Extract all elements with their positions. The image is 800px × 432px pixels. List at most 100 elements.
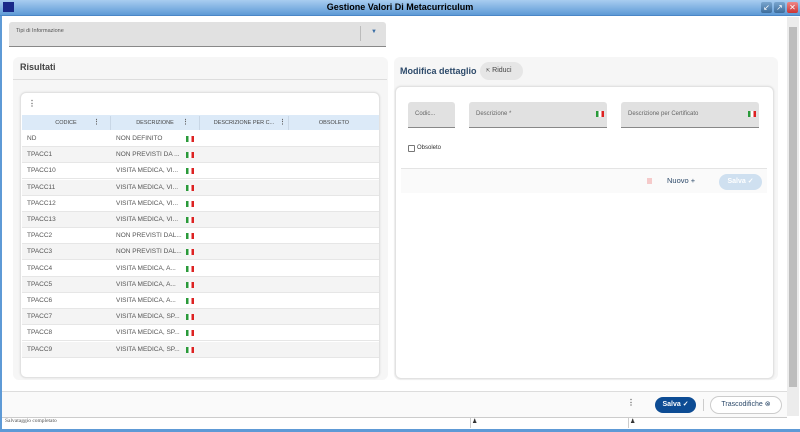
cell-description: NON PREVISTI DA ... [116, 151, 180, 159]
transcode-icon: ⊗ [764, 401, 771, 408]
italian-flag-icon[interactable] [186, 314, 194, 321]
table-row[interactable]: TPACC10 VISITA MEDICA, VI... [22, 163, 379, 180]
cell-code: TPACC4 [27, 264, 53, 272]
table-row[interactable]: ND NON DEFINITO [22, 131, 379, 147]
status-pane [470, 418, 471, 428]
table-row[interactable]: TPACC9 VISITA MEDICA, SP... [22, 341, 379, 358]
window-title: Gestione Valori Di Metacurriculum [326, 2, 474, 12]
cell-code: TPACC8 [27, 329, 53, 337]
cell-description: VISITA MEDICA, VI... [116, 183, 179, 191]
italian-flag-icon[interactable] [186, 346, 194, 353]
new-button[interactable]: Nuovo + [667, 176, 695, 185]
table-row[interactable]: TPACC13 VISITA MEDICA, VI... [22, 212, 379, 228]
detail-card [395, 86, 774, 379]
transcode-button[interactable]: Trascodifiche ⊗ [710, 396, 782, 414]
cell-description: VISITA MEDICA, VI... [116, 216, 179, 223]
cell-description: VISITA MEDICA, A... [116, 264, 176, 272]
codice-field[interactable]: Codic... [408, 102, 455, 128]
table-row[interactable]: TPACC8 VISITA MEDICA, SP... [22, 325, 379, 342]
italian-flag-icon[interactable] [186, 168, 194, 175]
column-header-descrizione[interactable]: DESCRIZIONE ⋮ [111, 116, 200, 130]
obsoleto-checkbox[interactable] [408, 145, 415, 152]
italian-flag-icon[interactable] [186, 184, 194, 191]
cell-code: TPACC11 [27, 183, 56, 191]
italian-flag-icon[interactable] [596, 111, 604, 117]
cell-description: VISITA MEDICA, VI... [116, 199, 179, 207]
table-row[interactable]: TPACC4 VISITA MEDICA, A... [22, 260, 379, 277]
divider [703, 399, 704, 411]
descrizione-certificato-field[interactable]: Descrizione per Certificato [621, 102, 759, 128]
italian-flag-icon[interactable] [186, 136, 194, 142]
italian-flag-icon[interactable] [186, 200, 194, 207]
check-icon: ✓ [682, 401, 689, 408]
status-bar [2, 417, 787, 429]
title-bar: Gestione Valori Di Metacurriculum ↙ ↗ ✕ [0, 0, 800, 16]
delete-icon [647, 178, 652, 184]
italian-flag-icon[interactable] [186, 233, 194, 240]
cell-code: TPACC12 [27, 199, 56, 207]
user-icon: ♟ [630, 419, 636, 425]
tipi-informazione-dropdown[interactable]: Tipi di Informazione ▼ [9, 22, 386, 47]
chevron-down-icon[interactable]: ▼ [371, 29, 377, 35]
detail-title: Modifica dettaglio [400, 66, 477, 76]
dropdown-label: Tipi di Informazione [16, 28, 64, 34]
status-pane [628, 418, 629, 428]
cell-code: TPACC7 [27, 313, 53, 321]
table-row[interactable]: TPACC5 VISITA MEDICA, A... [22, 276, 379, 293]
cell-code: TPACC3 [27, 248, 53, 256]
column-header-codice[interactable]: CODICE ⋮ [22, 116, 111, 130]
cell-description: VISITA MEDICA, SP... [116, 313, 180, 321]
italian-flag-icon[interactable] [186, 217, 194, 223]
scrollbar-thumb[interactable] [789, 27, 797, 387]
more-options-icon[interactable]: ⋮ [627, 398, 635, 407]
column-header-descrizione-certificato[interactable]: DESCRIZIONE PER C... ⋮ [200, 116, 289, 130]
maximize-icon[interactable]: ↗ [774, 2, 785, 13]
cell-code: TPACC5 [27, 280, 53, 288]
cell-code: TPACC13 [27, 216, 56, 223]
column-menu-icon[interactable]: ⋮ [182, 116, 189, 130]
cell-description: VISITA MEDICA, SP... [116, 329, 180, 337]
window-frame [0, 16, 2, 432]
cell-description: VISITA MEDICA, SP... [116, 345, 180, 353]
italian-flag-icon[interactable] [186, 249, 194, 256]
table-row[interactable]: TPACC2 NON PREVISTI DAL... [22, 228, 379, 245]
italian-flag-icon[interactable] [186, 298, 194, 304]
collapse-icon: ⇱ [486, 68, 491, 74]
table-menu-icon[interactable]: ⋮ [28, 99, 36, 108]
user-icon: ♟ [472, 419, 478, 425]
cell-description: VISITA MEDICA, VI... [116, 167, 179, 175]
cell-description: VISITA MEDICA, A... [116, 297, 176, 304]
cell-description: NON PREVISTI DAL... [116, 248, 182, 256]
table-row[interactable]: TPACC7 VISITA MEDICA, SP... [22, 309, 379, 326]
table-row[interactable]: TPACC3 NON PREVISTI DAL... [22, 244, 379, 261]
plus-icon: + [690, 176, 696, 185]
italian-flag-icon[interactable] [748, 111, 756, 117]
divider [13, 79, 387, 80]
descrizione-field[interactable]: Descrizione * [469, 102, 607, 128]
collapse-button[interactable]: ⇱ Riduci [480, 62, 523, 80]
italian-flag-icon[interactable] [186, 265, 194, 272]
column-menu-icon[interactable]: ⋮ [279, 116, 286, 130]
obsoleto-label: Obsoleto [417, 145, 442, 151]
italian-flag-icon[interactable] [186, 152, 194, 159]
results-title: Risultati [20, 62, 56, 72]
cell-code: TPACC2 [27, 232, 53, 240]
cell-code: ND [27, 135, 37, 142]
cell-description: NON PREVISTI DAL... [116, 232, 182, 240]
table-row[interactable]: TPACC11 VISITA MEDICA, VI... [22, 179, 379, 196]
column-menu-icon[interactable]: ⋮ [93, 116, 100, 130]
italian-flag-icon[interactable] [186, 330, 194, 337]
italian-flag-icon[interactable] [186, 281, 194, 288]
status-text: Salvataggio completato [5, 418, 57, 424]
cell-description: NON DEFINITO [116, 135, 163, 142]
save-button[interactable]: Salva ✓ [655, 397, 696, 413]
table-row[interactable]: TPACC1 NON PREVISTI DA ... [22, 147, 379, 164]
minimize-icon[interactable]: ↙ [761, 2, 772, 13]
detail-save-button: Salva ✓ [719, 174, 762, 190]
table-row[interactable]: TPACC6 VISITA MEDICA, A... [22, 293, 379, 309]
close-icon[interactable]: ✕ [787, 2, 798, 13]
detail-actions-bar [401, 168, 767, 193]
check-icon: ✓ [747, 178, 754, 185]
column-header-obsoleto[interactable]: OBSOLETO [289, 116, 379, 130]
table-row[interactable]: TPACC12 VISITA MEDICA, VI... [22, 195, 379, 212]
